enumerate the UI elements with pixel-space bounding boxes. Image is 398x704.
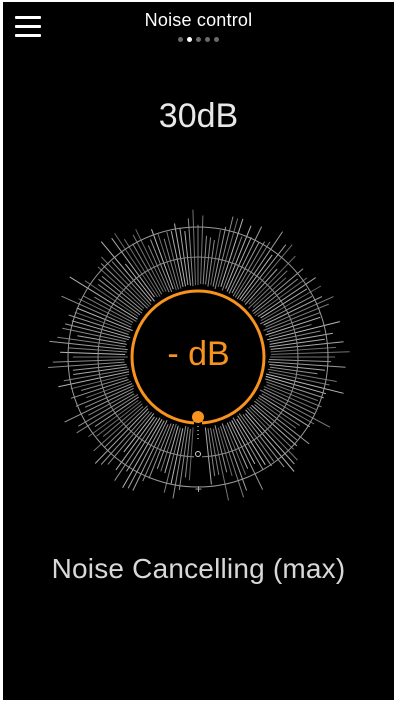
app-screen: Noise control 30dB - dB + Noise Cancelli… xyxy=(3,2,394,700)
dial-center-value: - dB xyxy=(167,335,230,373)
waveform-spike xyxy=(100,263,148,309)
waveform-spike xyxy=(192,209,196,286)
waveform-spike xyxy=(254,277,308,317)
waveform-spike xyxy=(259,389,331,428)
waveform-spike xyxy=(265,373,344,394)
waveform-spike xyxy=(163,238,179,290)
waveform-spike xyxy=(200,215,204,284)
noise-mode-label: Noise Cancelling (max) xyxy=(51,553,346,584)
slider-handle[interactable] xyxy=(192,411,204,423)
waveform-spike xyxy=(228,226,263,294)
waveform-spike xyxy=(207,240,215,287)
waveform-spike xyxy=(260,288,308,319)
plus-icon[interactable]: + xyxy=(3,482,394,496)
waveform-spike xyxy=(76,394,139,434)
waveform-spike xyxy=(229,421,264,490)
